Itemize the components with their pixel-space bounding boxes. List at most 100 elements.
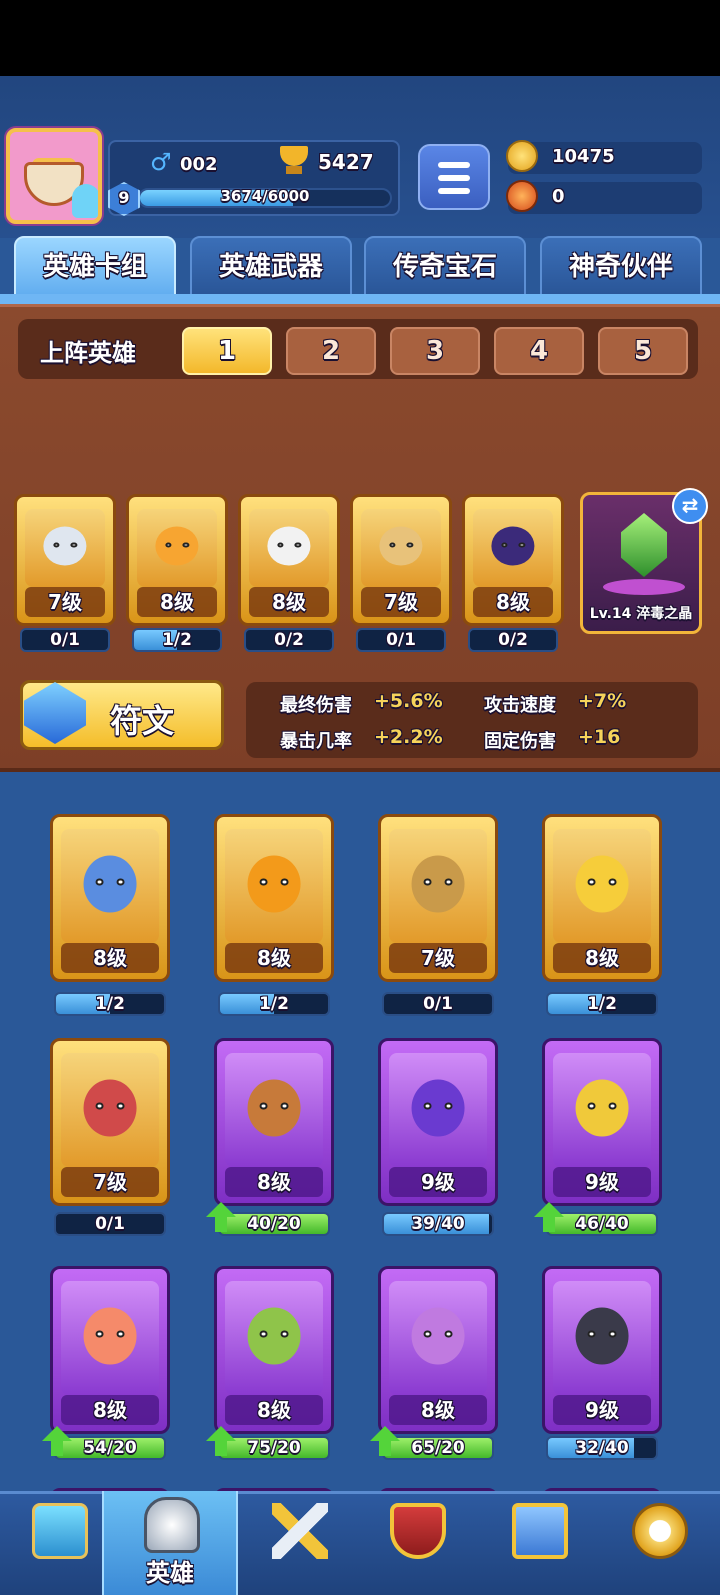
menu-button[interactable] bbox=[418, 144, 490, 210]
gem-label: Lv.14 淬毒之晶 bbox=[589, 606, 693, 622]
hero-portrait bbox=[225, 829, 323, 943]
card-progress-text: 1/2 bbox=[587, 994, 617, 1014]
eye-icon bbox=[587, 1330, 596, 1338]
coin-amount: 10475 bbox=[552, 146, 615, 167]
card-progress-text: 0/1 bbox=[386, 630, 416, 650]
card-progress-text: 0/2 bbox=[498, 630, 528, 650]
nav-guild[interactable] bbox=[358, 1491, 478, 1595]
collection-hero-card[interactable]: 7级 bbox=[378, 814, 498, 982]
card-progress-text: 1/2 bbox=[259, 994, 289, 1014]
card-progress-bar: 1/2 bbox=[132, 628, 222, 652]
lineup-hero-card[interactable]: 7级 bbox=[350, 494, 452, 626]
eye-icon bbox=[423, 878, 432, 886]
hero-level: 7级 bbox=[389, 943, 487, 973]
gem-pedestal bbox=[603, 579, 685, 595]
collection-hero-card[interactable]: 9级 bbox=[542, 1038, 662, 1206]
card-progress-bar: 0/1 bbox=[356, 628, 446, 652]
stat-value: +5.6% bbox=[374, 690, 443, 712]
eye-icon bbox=[116, 878, 125, 886]
xp-text: 3674/6000 bbox=[220, 187, 310, 205]
collection-hero-card[interactable]: 8级 bbox=[542, 814, 662, 982]
card-progress-text: 0/1 bbox=[50, 630, 80, 650]
collection-hero-card[interactable]: 8级 bbox=[378, 1266, 498, 1434]
hero-portrait bbox=[553, 829, 651, 943]
lineup-slot-1[interactable]: 1 bbox=[182, 327, 272, 375]
lineup-hero-card[interactable]: 7级 bbox=[14, 494, 116, 626]
card-progress-bar: 1/2 bbox=[218, 992, 330, 1016]
eye-icon bbox=[95, 1330, 104, 1338]
hero-portrait bbox=[61, 1281, 159, 1395]
collection-hero-card[interactable]: 9级 bbox=[542, 1266, 662, 1434]
nav-battle[interactable] bbox=[238, 1491, 358, 1595]
poison-crystal-icon bbox=[621, 513, 667, 577]
stat-name: 攻击速度 bbox=[484, 695, 556, 716]
nav-explore[interactable] bbox=[598, 1491, 720, 1595]
eye-icon bbox=[608, 1330, 617, 1338]
game-screen: ♂ 002 5427 3674/6000 9 10475 0 英雄卡组 英雄武器… bbox=[0, 76, 720, 1595]
eye-icon bbox=[52, 542, 60, 548]
collection-hero-card[interactable]: 7级 bbox=[50, 1038, 170, 1206]
team-flag-icon bbox=[512, 1503, 568, 1559]
card-progress-bar: 75/20 bbox=[218, 1436, 330, 1460]
nav-heroes-label: 英雄 bbox=[146, 1559, 194, 1587]
rune-label: 符文 bbox=[110, 702, 175, 740]
hero-face-icon bbox=[379, 526, 423, 566]
lineup-hero-card[interactable]: 8级 bbox=[126, 494, 228, 626]
hero-portrait bbox=[249, 509, 329, 587]
hero-level: 8级 bbox=[137, 587, 217, 617]
nav-heroes[interactable]: 英雄 bbox=[102, 1491, 238, 1595]
player-avatar[interactable] bbox=[6, 128, 102, 224]
card-progress-text: 65/20 bbox=[411, 1438, 465, 1458]
eye-icon bbox=[116, 1102, 125, 1110]
tab-legend-gems[interactable]: 传奇宝石 bbox=[364, 236, 526, 296]
tab-divider bbox=[0, 294, 720, 304]
gold-coin-icon bbox=[506, 140, 538, 172]
hero-portrait bbox=[225, 1281, 323, 1395]
knight-helmet-icon bbox=[144, 1497, 200, 1553]
menu-line-icon bbox=[438, 162, 470, 168]
swap-icon[interactable]: ⇄ bbox=[672, 488, 708, 524]
collection-hero-card[interactable]: 8级 bbox=[214, 1038, 334, 1206]
eye-icon bbox=[259, 1330, 268, 1338]
collection-hero-card[interactable]: 9级 bbox=[378, 1038, 498, 1206]
collection-hero-card[interactable]: 8级 bbox=[50, 814, 170, 982]
hero-portrait bbox=[389, 1053, 487, 1167]
hero-face-icon bbox=[267, 526, 311, 566]
hero-face-icon bbox=[411, 1079, 465, 1137]
crossed-swords-icon bbox=[272, 1503, 328, 1559]
collection-hero-card[interactable]: 8级 bbox=[214, 814, 334, 982]
hero-face-icon bbox=[83, 1079, 137, 1137]
hero-face-icon bbox=[83, 855, 137, 913]
card-progress-text: 40/20 bbox=[247, 1214, 301, 1234]
hero-level: 8级 bbox=[225, 1167, 323, 1197]
tab-hero-deck[interactable]: 英雄卡组 bbox=[14, 236, 176, 296]
collection-hero-card[interactable]: 8级 bbox=[50, 1266, 170, 1434]
male-icon: ♂ bbox=[150, 148, 172, 176]
hero-face-icon bbox=[247, 1307, 301, 1365]
tab-magic-partners[interactable]: 神奇伙伴 bbox=[540, 236, 702, 296]
lineup-hero-card[interactable]: 8级 bbox=[238, 494, 340, 626]
hero-portrait bbox=[553, 1281, 651, 1395]
trophy-icon bbox=[276, 146, 312, 176]
hero-level: 8级 bbox=[249, 587, 329, 617]
nav-team[interactable] bbox=[478, 1491, 598, 1595]
lineup-slot-5[interactable]: 5 bbox=[598, 327, 688, 375]
lineup-slot-4[interactable]: 4 bbox=[494, 327, 584, 375]
hero-portrait bbox=[553, 1053, 651, 1167]
hero-level: 8级 bbox=[473, 587, 553, 617]
card-progress-bar: 32/40 bbox=[546, 1436, 658, 1460]
card-progress-bar: 54/20 bbox=[54, 1436, 166, 1460]
lineup-slot-3[interactable]: 3 bbox=[390, 327, 480, 375]
eye-icon bbox=[182, 542, 190, 548]
hero-level: 9级 bbox=[553, 1395, 651, 1425]
lineup-slot-2[interactable]: 2 bbox=[286, 327, 376, 375]
lineup-hero-card[interactable]: 8级 bbox=[462, 494, 564, 626]
stat-name: 固定伤害 bbox=[484, 731, 556, 752]
collection-hero-card[interactable]: 8级 bbox=[214, 1266, 334, 1434]
card-progress-text: 46/40 bbox=[575, 1214, 629, 1234]
card-progress-bar: 65/20 bbox=[382, 1436, 494, 1460]
hero-level: 9级 bbox=[553, 1167, 651, 1197]
card-progress-bar: 1/2 bbox=[54, 992, 166, 1016]
tab-hero-weapons[interactable]: 英雄武器 bbox=[190, 236, 352, 296]
hero-face-icon bbox=[491, 526, 535, 566]
